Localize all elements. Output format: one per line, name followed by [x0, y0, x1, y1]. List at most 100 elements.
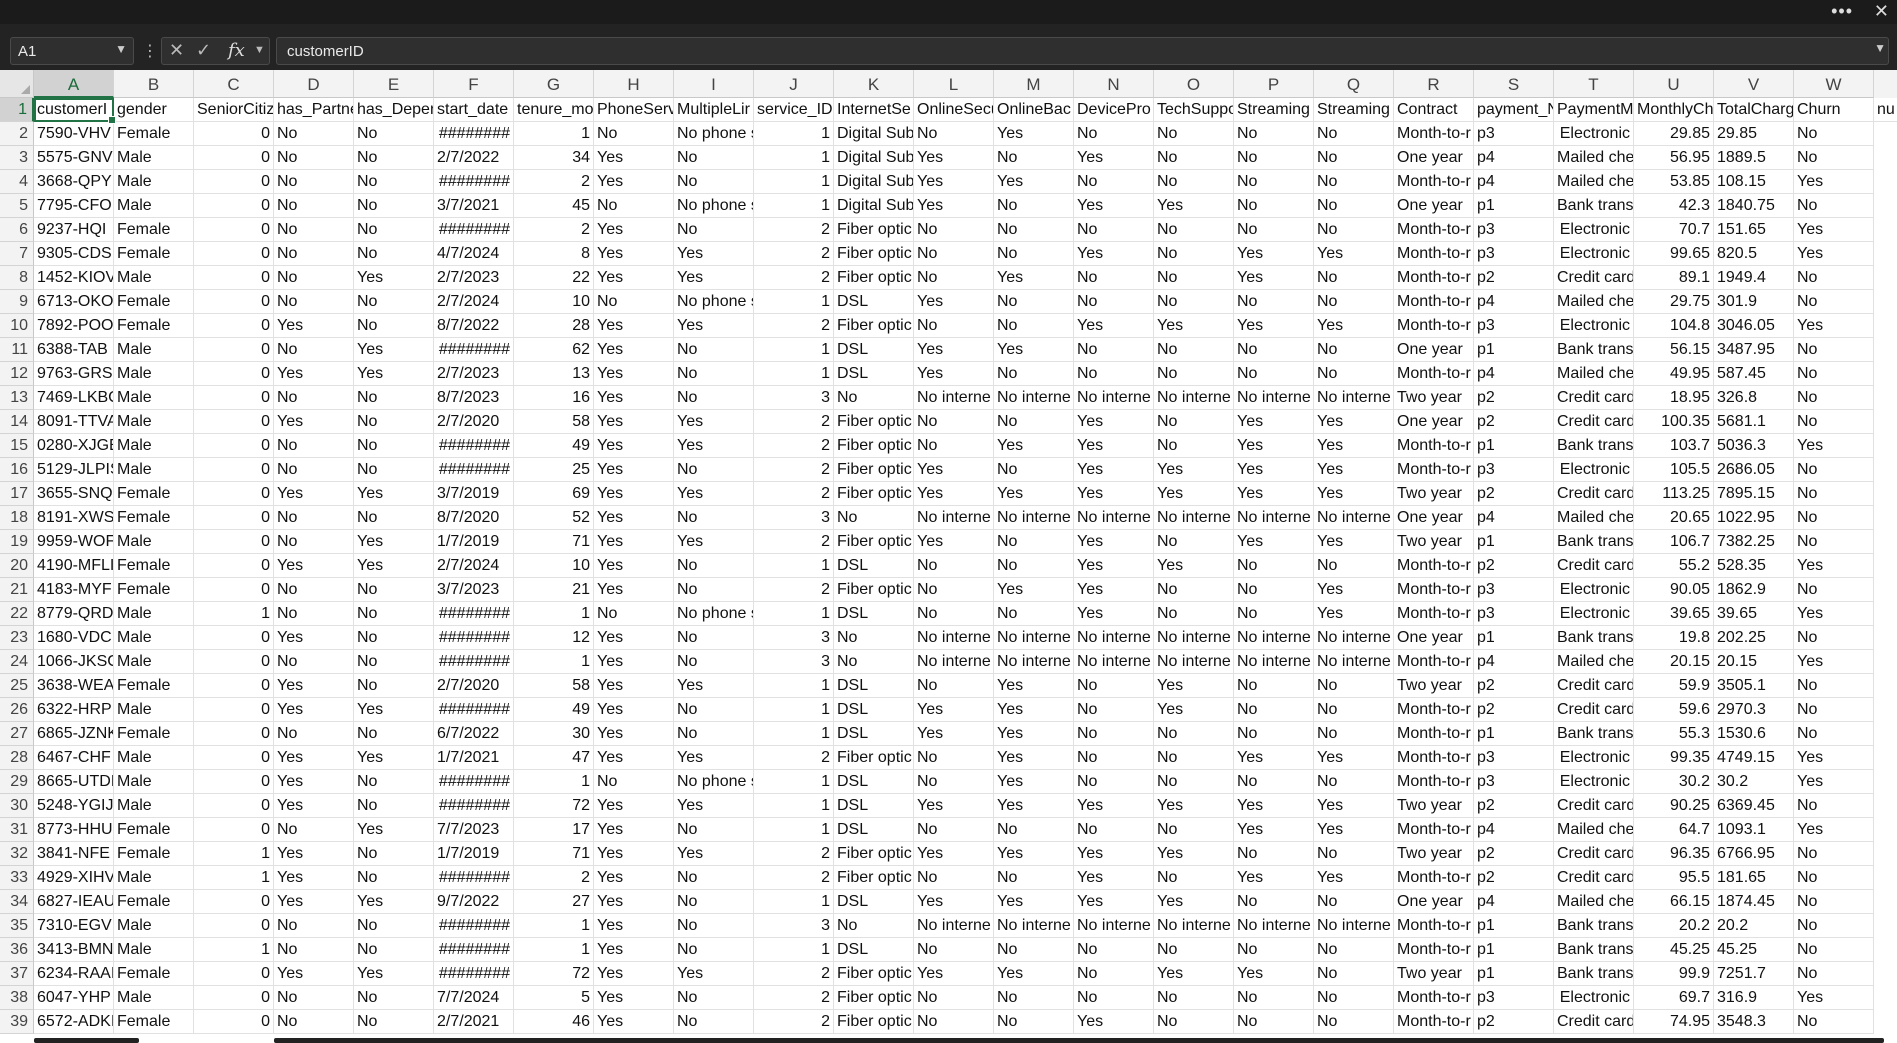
cell[interactable]: No — [674, 458, 754, 482]
cell[interactable]: Yes — [354, 482, 434, 506]
cell[interactable]: 71 — [514, 842, 594, 866]
cell[interactable]: ######## — [434, 794, 514, 818]
cell[interactable]: TotalCharg — [1714, 98, 1794, 122]
cell[interactable]: Yes — [594, 530, 674, 554]
cell[interactable]: No — [354, 794, 434, 818]
cell[interactable]: p4 — [1474, 650, 1554, 674]
cell[interactable]: 1 — [754, 602, 834, 626]
cell[interactable]: No interne — [1154, 914, 1234, 938]
cell[interactable]: Male — [114, 194, 194, 218]
row-header[interactable]: 34 — [0, 890, 34, 914]
cell[interactable]: Yes — [1314, 602, 1394, 626]
cell[interactable]: Yes — [994, 746, 1074, 770]
cell[interactable]: No — [1154, 410, 1234, 434]
cell[interactable]: Yes — [994, 578, 1074, 602]
cell[interactable]: 8773-HHU — [34, 818, 114, 842]
cell[interactable]: Yes — [914, 146, 994, 170]
cell[interactable]: No — [1074, 962, 1154, 986]
cell[interactable]: 0 — [194, 962, 274, 986]
cell[interactable]: No — [354, 194, 434, 218]
cell[interactable]: 2 — [514, 218, 594, 242]
cell[interactable]: 3/7/2023 — [434, 578, 514, 602]
cell[interactable]: Electronic — [1554, 578, 1634, 602]
cell[interactable]: Yes — [594, 458, 674, 482]
cell[interactable]: No — [1154, 338, 1234, 362]
cell[interactable]: 3655-SNQ — [34, 482, 114, 506]
cell[interactable]: No — [834, 914, 914, 938]
cell[interactable]: p2 — [1474, 554, 1554, 578]
cell[interactable]: Yes — [1234, 746, 1314, 770]
row-header[interactable]: 38 — [0, 986, 34, 1010]
cell[interactable]: p1 — [1474, 626, 1554, 650]
cell[interactable]: 58 — [514, 674, 594, 698]
cell[interactable]: Yes — [274, 482, 354, 506]
cell[interactable]: 0 — [194, 146, 274, 170]
cell[interactable]: 27 — [514, 890, 594, 914]
cell[interactable]: 0 — [194, 650, 274, 674]
cell[interactable]: Month-to-r — [1394, 746, 1474, 770]
cell[interactable]: 113.25 — [1634, 482, 1714, 506]
cell[interactable]: ######## — [434, 962, 514, 986]
cell[interactable]: Yes — [994, 338, 1074, 362]
cell[interactable]: Male — [114, 938, 194, 962]
cell[interactable]: Mailed che — [1554, 818, 1634, 842]
cell[interactable]: Yes — [1234, 962, 1314, 986]
cell[interactable]: No interne — [914, 386, 994, 410]
cell[interactable]: ######## — [434, 218, 514, 242]
cell[interactable]: 6388-TAB — [34, 338, 114, 362]
cell[interactable]: Digital Sub — [834, 194, 914, 218]
cell[interactable]: 7/7/2023 — [434, 818, 514, 842]
cell[interactable]: Female — [114, 890, 194, 914]
cell[interactable]: No interne — [914, 626, 994, 650]
cell[interactable]: Yes — [994, 170, 1074, 194]
cell[interactable]: ######## — [434, 338, 514, 362]
cell[interactable]: No — [834, 506, 914, 530]
cell[interactable]: 9959-WOF — [34, 530, 114, 554]
cell[interactable]: No — [1794, 1010, 1874, 1034]
cell[interactable]: Month-to-r — [1394, 434, 1474, 458]
cell[interactable]: ######## — [434, 434, 514, 458]
cell[interactable]: 6713-OKO — [34, 290, 114, 314]
column-header[interactable]: Q — [1314, 70, 1394, 98]
cell[interactable]: 5129-JLPIS — [34, 458, 114, 482]
cell[interactable]: p1 — [1474, 434, 1554, 458]
cell[interactable]: 34 — [514, 146, 594, 170]
cell[interactable]: No — [1234, 986, 1314, 1010]
cell[interactable]: DSL — [834, 770, 914, 794]
row-header[interactable]: 25 — [0, 674, 34, 698]
column-header[interactable]: J — [754, 70, 834, 98]
cell[interactable]: 2 — [754, 578, 834, 602]
cell[interactable]: 1 — [514, 602, 594, 626]
cell[interactable]: Yes — [674, 794, 754, 818]
cell[interactable]: Yes — [1074, 602, 1154, 626]
cell[interactable]: Yes — [994, 482, 1074, 506]
row-header[interactable]: 18 — [0, 506, 34, 530]
cell[interactable]: Female — [114, 962, 194, 986]
cell[interactable]: 59.9 — [1634, 674, 1714, 698]
cell[interactable]: 30.2 — [1634, 770, 1714, 794]
cell[interactable]: 49.95 — [1634, 362, 1714, 386]
cell[interactable]: Yes — [914, 794, 994, 818]
cell[interactable]: No — [1794, 506, 1874, 530]
cell[interactable]: No — [1794, 842, 1874, 866]
cell[interactable]: No — [1314, 146, 1394, 170]
cell[interactable]: Yes — [274, 674, 354, 698]
cell[interactable]: 6322-HRP — [34, 698, 114, 722]
cell[interactable]: No — [1154, 722, 1234, 746]
cell[interactable]: Yes — [274, 362, 354, 386]
cell[interactable]: Month-to-r — [1394, 866, 1474, 890]
cell[interactable]: No — [914, 866, 994, 890]
cell[interactable]: 0 — [194, 698, 274, 722]
cell[interactable]: DSL — [834, 794, 914, 818]
cell[interactable]: No interne — [1314, 914, 1394, 938]
cell[interactable]: OnlineBac — [994, 98, 1074, 122]
cell[interactable]: Yes — [674, 242, 754, 266]
horizontal-scrollbar[interactable] — [34, 1038, 1897, 1043]
cell[interactable]: 72 — [514, 962, 594, 986]
cell[interactable]: 4190-MFLI — [34, 554, 114, 578]
cell[interactable]: No — [1154, 362, 1234, 386]
cell[interactable]: Yes — [1074, 1010, 1154, 1034]
cell[interactable]: Yes — [674, 482, 754, 506]
cell[interactable]: No — [354, 626, 434, 650]
cell[interactable]: Male — [114, 794, 194, 818]
